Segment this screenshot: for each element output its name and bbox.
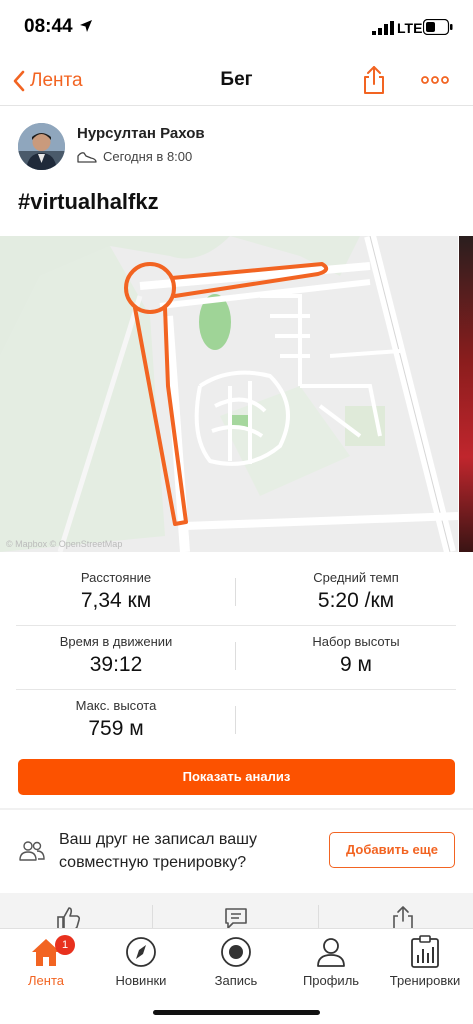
battery-icon — [423, 19, 453, 35]
stat-value: 7,34 км — [80, 589, 152, 612]
stat-divider — [235, 706, 236, 734]
stat-label: Время в движении — [59, 634, 173, 649]
network-type: LTE — [397, 20, 423, 36]
stat-divider — [235, 642, 236, 670]
athlete-header: Нурсултан Рахов Сегодня в 8:00 — [18, 121, 458, 175]
stat-pace: Средний темп 5:20 /км — [256, 570, 456, 613]
share-icon[interactable] — [361, 65, 387, 95]
status-bar: 08:44 LTE — [0, 0, 473, 56]
add-more-button[interactable]: Добавить еще — [329, 832, 455, 868]
compass-icon — [126, 937, 156, 967]
stat-row: Расстояние 7,34 км Средний темп 5:20 /км — [16, 562, 456, 626]
stat-row: Макс. высота 759 м — [16, 690, 456, 754]
tab-bar: 1 Лента Новинки Запись Профиль Тренировк… — [0, 928, 473, 1024]
tab-label: Тренировки — [389, 973, 461, 988]
home-indicator — [153, 1010, 320, 1015]
stat-label: Макс. высота — [75, 698, 157, 713]
tab-feed[interactable]: 1 Лента — [1, 933, 91, 988]
friend-prompt: Ваш друг не записал вашу совместную трен… — [0, 812, 473, 892]
stat-label: Набор высоты — [312, 634, 400, 649]
stat-value: 5:20 /км — [317, 589, 395, 612]
tab-label: Профиль — [302, 973, 360, 988]
tab-label: Лента — [28, 973, 64, 988]
tab-discover[interactable]: Новинки — [96, 933, 186, 988]
nav-bar: Лента Бег — [0, 56, 473, 106]
profile-icon — [317, 938, 345, 967]
athlete-name[interactable]: Нурсултан Рахов — [77, 125, 205, 142]
status-time: 08:44 — [24, 16, 73, 37]
route-map[interactable]: © Mapbox © OpenStreetMap — [0, 236, 458, 552]
stat-row: Время в движении 39:12 Набор высоты 9 м — [16, 626, 456, 690]
signal-icon — [372, 21, 394, 35]
show-analysis-button[interactable]: Показать анализ — [18, 759, 455, 795]
stat-label: Средний темп — [313, 570, 399, 585]
notification-badge: 1 — [55, 935, 75, 955]
tab-training[interactable]: Тренировки — [380, 933, 470, 988]
stats-grid: Расстояние 7,34 км Средний темп 5:20 /км… — [16, 562, 456, 754]
activity-time: Сегодня в 8:00 — [103, 149, 193, 164]
map-canvas — [0, 236, 458, 552]
tab-label: Запись — [214, 973, 258, 988]
activity-meta: Сегодня в 8:00 — [77, 149, 192, 164]
stat-value: 759 м — [88, 717, 144, 740]
stat-distance: Расстояние 7,34 км — [16, 570, 216, 613]
photo-thumbnail[interactable] — [459, 236, 473, 552]
more-icon[interactable] — [420, 68, 450, 92]
social-actions — [0, 893, 473, 931]
running-shoe-icon — [77, 151, 97, 163]
friends-icon — [19, 841, 45, 861]
section-divider — [0, 808, 473, 810]
record-icon — [221, 937, 251, 967]
tab-record[interactable]: Запись — [191, 933, 281, 988]
activity-title: #virtualhalfkz — [18, 189, 159, 214]
friend-prompt-text: Ваш друг не записал вашу совместную трен… — [59, 831, 257, 871]
stat-divider — [235, 578, 236, 606]
stat-label: Расстояние — [80, 570, 152, 585]
stat-value: 39:12 — [89, 653, 143, 676]
activity-detail-screen: 08:44 LTE Лента Бег Нурсултан Рахов Сего… — [0, 0, 473, 1024]
tab-profile[interactable]: Профиль — [286, 933, 376, 988]
stat-max-elevation: Макс. высота 759 м — [16, 698, 216, 741]
stat-value: 9 м — [340, 653, 372, 676]
location-arrow-icon — [80, 20, 92, 32]
stat-elevation-gain: Набор высоты 9 м — [256, 634, 456, 677]
stat-moving-time: Время в движении 39:12 — [16, 634, 216, 677]
training-log-icon — [411, 935, 439, 968]
page-title: Бег — [220, 69, 253, 90]
avatar[interactable] — [18, 123, 65, 170]
tab-label: Новинки — [115, 973, 167, 988]
map-attribution[interactable]: © Mapbox © OpenStreetMap — [6, 539, 122, 549]
